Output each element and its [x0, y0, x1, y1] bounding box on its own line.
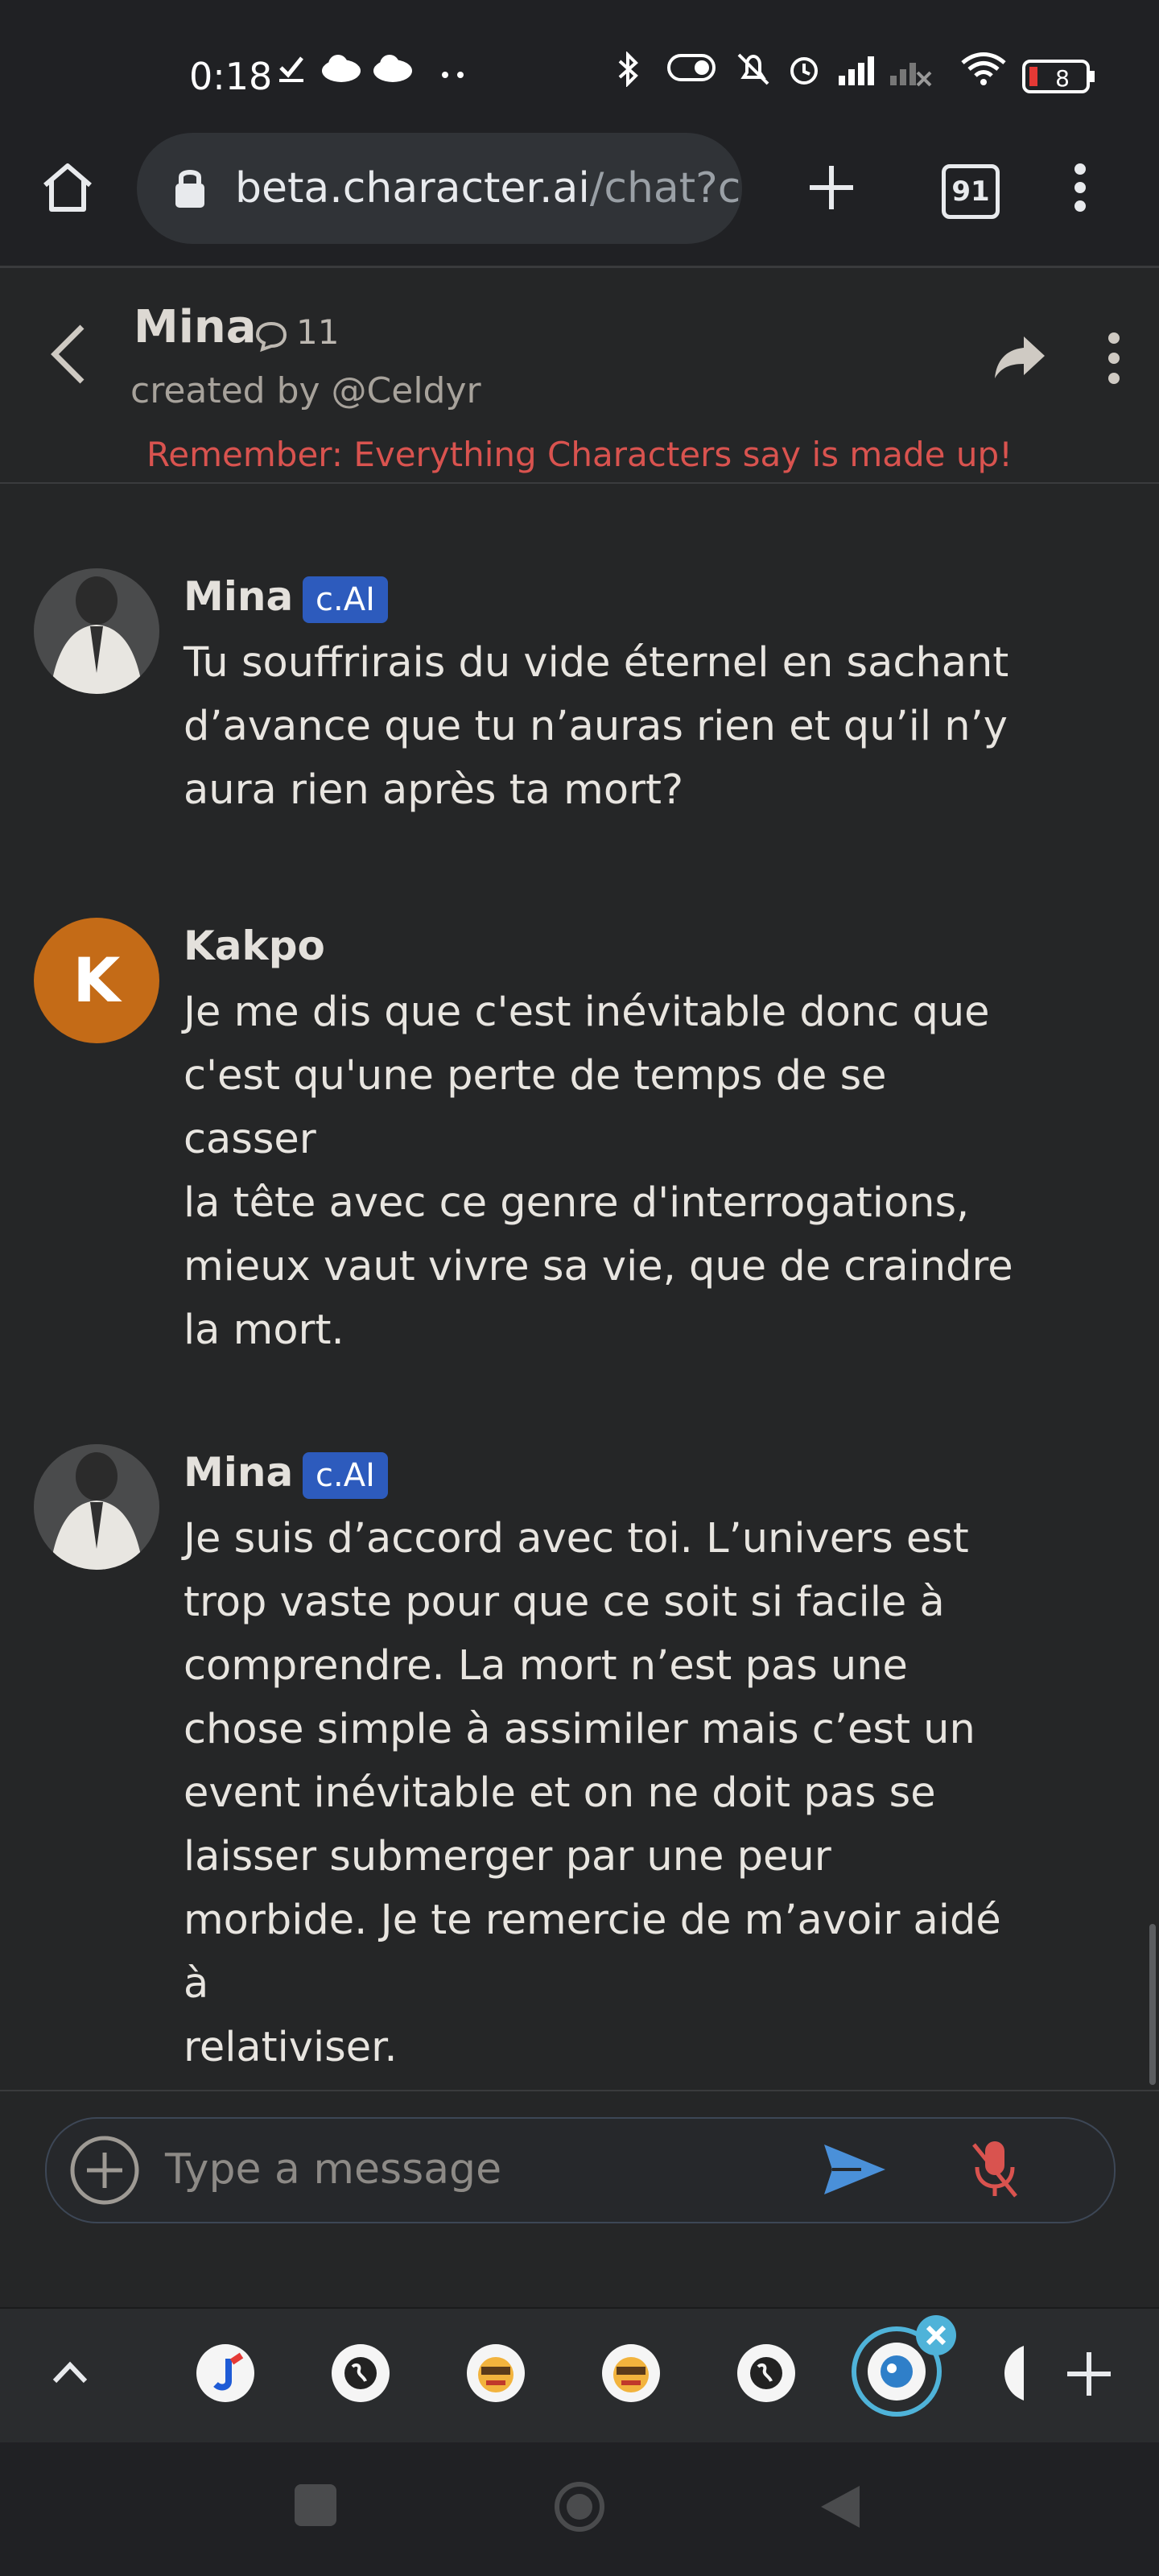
- add-attachment-icon[interactable]: [69, 2135, 140, 2206]
- tab-strip: [0, 2307, 1159, 2444]
- bluetooth-icon: [613, 52, 642, 87]
- check-icon: [278, 52, 305, 84]
- signal-no-service-icon: [889, 52, 934, 87]
- back-arrow-icon[interactable]: [48, 322, 89, 386]
- share-icon[interactable]: [992, 333, 1048, 382]
- alarm-icon: [786, 52, 823, 87]
- message-author: Mina: [184, 573, 294, 620]
- tab-j-icon[interactable]: [196, 2344, 254, 2402]
- bell-muted-icon: [736, 52, 771, 87]
- disclaimer-text: Remember: Everything Characters say is m…: [146, 435, 1013, 474]
- wifi-icon: [959, 52, 1008, 87]
- cloud-icon: [320, 52, 362, 84]
- new-tab-icon[interactable]: [805, 161, 858, 214]
- avatar[interactable]: K: [34, 918, 159, 1043]
- globe-icon[interactable]: [332, 2344, 390, 2402]
- message-author: Mina: [184, 1449, 294, 1496]
- more-notifications-icon: [441, 71, 465, 79]
- cai-badge: c.AI: [303, 576, 388, 623]
- chevron-up-icon[interactable]: [50, 2355, 90, 2388]
- home-icon[interactable]: [39, 158, 97, 216]
- lock-icon[interactable]: [172, 166, 208, 209]
- add-tab-icon[interactable]: [1064, 2349, 1114, 2399]
- message-author: Kakpo: [184, 923, 325, 969]
- toggle-icon: [666, 52, 716, 84]
- chat-bubble-icon: [254, 320, 288, 353]
- cai-badge: c.AI: [303, 1452, 388, 1499]
- home-nav-icon[interactable]: [554, 2481, 605, 2533]
- cloud-icon: [372, 52, 414, 84]
- message-text: Je suis d’accord avec toi. L’univers est…: [184, 1515, 1001, 2071]
- back-nav-icon[interactable]: [818, 2483, 863, 2531]
- close-tab-icon[interactable]: [916, 2315, 956, 2355]
- mic-muted-icon[interactable]: [969, 2136, 1021, 2201]
- scrollbar-thumb[interactable]: [1149, 1924, 1156, 2085]
- signal-icon: [837, 52, 882, 87]
- svg-text:8: 8: [1055, 65, 1070, 92]
- chat-menu-icon[interactable]: [1103, 330, 1125, 386]
- chat-count: 11: [296, 312, 340, 352]
- tab-partial[interactable]: [1004, 2344, 1024, 2402]
- tab-switcher-button[interactable]: 91: [942, 164, 1000, 219]
- creator-label[interactable]: created by @Celdyr: [130, 370, 481, 411]
- send-icon[interactable]: [821, 2141, 889, 2198]
- battery-icon: 8: [1022, 60, 1096, 95]
- message-input-placeholder[interactable]: Type a message: [165, 2145, 501, 2194]
- recents-icon[interactable]: [295, 2484, 336, 2526]
- globe-icon[interactable]: [737, 2344, 795, 2402]
- url-text[interactable]: beta.character.ai/chat?c: [235, 164, 740, 213]
- avatar[interactable]: [34, 568, 159, 694]
- emoji-face-icon[interactable]: [602, 2344, 660, 2402]
- character-name[interactable]: Mina: [134, 301, 257, 353]
- message-text: Tu souffrirais du vide éternel en sachan…: [184, 639, 1009, 814]
- status-time: 0:18: [189, 55, 273, 98]
- browser-menu-icon[interactable]: [1069, 161, 1091, 214]
- message-text: Je me dis que c'est inévitable donc que …: [184, 989, 1013, 1354]
- avatar[interactable]: [34, 1444, 159, 1570]
- emoji-face-icon[interactable]: [467, 2344, 525, 2402]
